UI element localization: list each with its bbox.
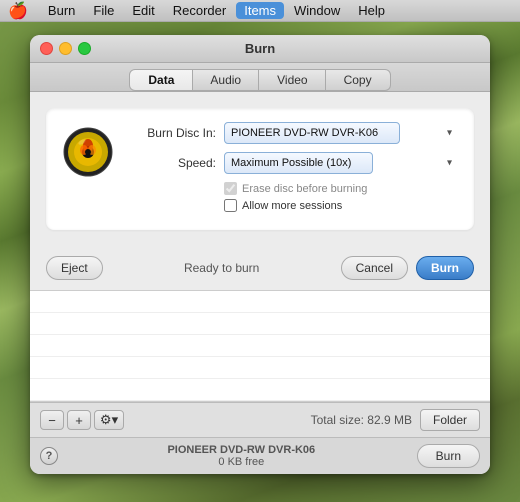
file-list-area [30,290,490,402]
window-controls [40,42,91,55]
form-area: Burn Disc In: PIONEER DVD-RW DVR-K06 Spe… [126,122,458,216]
title-bar: Burn [30,35,490,63]
disc-in-select-wrap: PIONEER DVD-RW DVR-K06 [224,122,458,144]
file-rows [30,291,490,401]
close-button[interactable] [40,42,53,55]
menu-window[interactable]: Window [286,2,348,19]
allow-sessions-row: Allow more sessions [224,199,458,212]
status-text: Ready to burn [103,261,341,275]
menu-items[interactable]: Items [236,2,284,19]
dvd-icon [62,126,114,178]
menu-help[interactable]: Help [350,2,393,19]
minus-button[interactable]: − [40,410,64,430]
tab-copy[interactable]: Copy [325,69,391,91]
tab-bar: Data Audio Video Copy [30,63,490,92]
burn-panel: Burn Disc In: PIONEER DVD-RW DVR-K06 Spe… [46,108,474,230]
minus-icon: − [48,413,56,428]
disc-info: PIONEER DVD-RW DVR-K06 0 KB free [66,444,417,468]
menu-burn[interactable]: Burn [40,2,83,19]
disc-name: PIONEER DVD-RW DVR-K06 [167,444,315,456]
plus-icon: + [75,413,83,428]
erase-checkbox[interactable] [224,182,237,195]
erase-row: Erase disc before burning [224,182,458,195]
status-bar: ? PIONEER DVD-RW DVR-K06 0 KB free Burn [30,437,490,474]
button-row: Eject Ready to burn Cancel Burn [30,246,490,290]
menu-file[interactable]: File [85,2,122,19]
speed-row: Speed: Maximum Possible (10x) [126,152,458,174]
maximize-button[interactable] [78,42,91,55]
disc-free: 0 KB free [218,456,264,468]
apple-menu[interactable]: 🍎 [8,1,28,21]
eject-button[interactable]: Eject [46,256,103,280]
window-title: Burn [245,41,275,56]
plus-button[interactable]: + [67,410,91,430]
cancel-button[interactable]: Cancel [341,256,408,280]
disc-in-row: Burn Disc In: PIONEER DVD-RW DVR-K06 [126,122,458,144]
menu-items: Burn File Edit Recorder Items Window Hel… [40,2,393,19]
speed-select-wrap: Maximum Possible (10x) [224,152,458,174]
disc-in-label: Burn Disc In: [126,126,216,140]
help-icon: ? [46,450,53,462]
gear-button[interactable]: ⚙▾ [94,410,124,430]
file-row-4 [30,357,490,379]
file-row-2 [30,313,490,335]
menu-edit[interactable]: Edit [124,2,162,19]
main-window: Burn Data Audio Video Copy [30,35,490,474]
erase-label: Erase disc before burning [242,183,367,195]
help-button[interactable]: ? [40,447,58,465]
tab-data[interactable]: Data [129,69,193,91]
file-row-3 [30,335,490,357]
content-area: Burn Disc In: PIONEER DVD-RW DVR-K06 Spe… [30,92,490,246]
allow-sessions-checkbox[interactable] [224,199,237,212]
folder-button[interactable]: Folder [420,409,480,431]
menu-recorder[interactable]: Recorder [165,2,234,19]
file-row-5 [30,379,490,401]
disc-in-select[interactable]: PIONEER DVD-RW DVR-K06 [224,122,400,144]
burn-bottom-button[interactable]: Burn [417,444,480,468]
speed-select[interactable]: Maximum Possible (10x) [224,152,373,174]
tab-audio[interactable]: Audio [191,69,260,91]
file-row-1 [30,291,490,313]
gear-icon: ⚙ [100,412,112,428]
total-size: Total size: 82.9 MB [311,413,412,427]
minimize-button[interactable] [59,42,72,55]
bottom-toolbar: − + ⚙▾ Total size: 82.9 MB Folder [30,402,490,437]
speed-label: Speed: [126,156,216,170]
allow-sessions-label: Allow more sessions [242,200,342,212]
menu-bar: 🍎 Burn File Edit Recorder Items Window H… [0,0,520,22]
burn-button[interactable]: Burn [416,256,474,280]
tab-video[interactable]: Video [258,69,326,91]
